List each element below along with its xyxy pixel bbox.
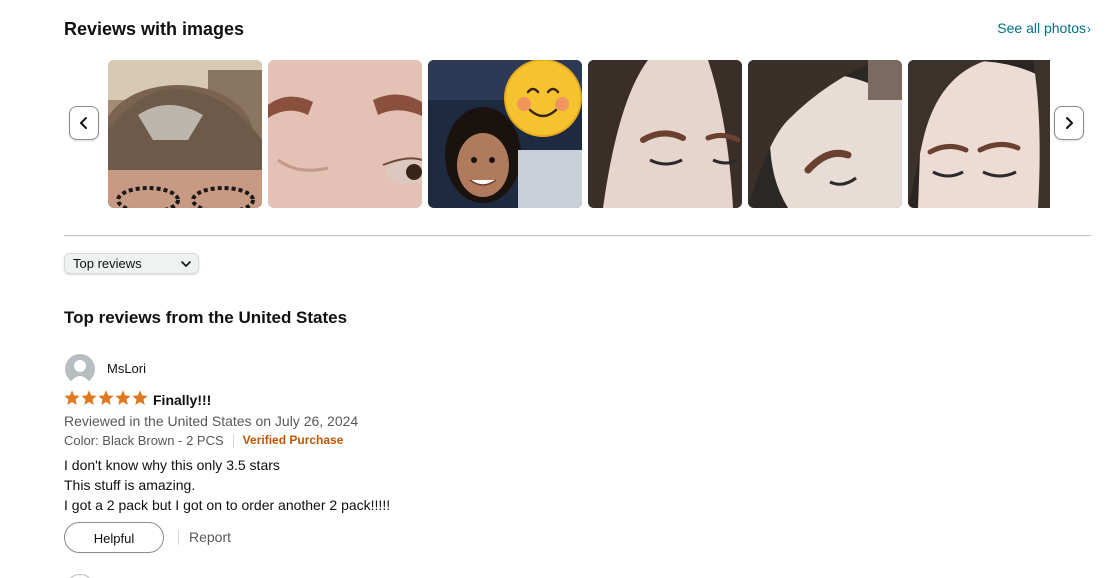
chevron-left-icon	[80, 117, 87, 129]
review-image-thumb[interactable]	[908, 60, 1050, 208]
helpful-button[interactable]: Helpful	[64, 522, 164, 553]
review-variant[interactable]: Color: Black Brown - 2 PCS	[64, 431, 224, 450]
carousel-next-button[interactable]	[1054, 106, 1084, 140]
carousel-prev-button[interactable]	[69, 106, 99, 140]
star-icon	[64, 390, 80, 405]
review-author-name[interactable]: MsLori	[107, 361, 146, 377]
review-image-thumb[interactable]	[428, 60, 582, 208]
chevron-right-icon: ›	[1087, 22, 1091, 36]
reviews-region-heading: Top reviews from the United States	[64, 308, 348, 327]
see-all-photos-label: See all photos	[997, 20, 1086, 36]
report-link[interactable]: Report	[189, 528, 231, 547]
see-all-photos-link[interactable]: See all photos›	[997, 18, 1091, 39]
verified-purchase-badge[interactable]: Verified Purchase	[243, 431, 344, 450]
section-divider	[64, 235, 1091, 236]
review-body-line: I don't know why this only 3.5 stars	[64, 457, 280, 473]
chevron-down-icon	[181, 261, 191, 267]
avatar[interactable]	[65, 574, 95, 578]
star-rating[interactable]	[64, 390, 149, 408]
review-body: I don't know why this only 3.5 stars Thi…	[64, 455, 390, 515]
reviews-page: Reviews with images See all photos› Top …	[0, 0, 1120, 578]
star-icon	[81, 390, 97, 405]
gallery-title: Reviews with images	[64, 19, 245, 39]
review-image-carousel	[108, 60, 1050, 208]
sort-reviews-dropdown[interactable]: Top reviews	[64, 253, 199, 274]
review-title[interactable]: Finally!!!	[153, 390, 211, 410]
avatar[interactable]	[65, 354, 95, 384]
star-icon	[132, 390, 148, 405]
action-separator	[178, 530, 179, 545]
review-image-thumb[interactable]	[588, 60, 742, 208]
star-icon	[98, 390, 114, 405]
review-image-thumb[interactable]	[108, 60, 262, 208]
variant-separator	[232, 433, 234, 448]
review-date: Reviewed in the United States on July 26…	[64, 413, 359, 429]
user-avatar-icon	[69, 360, 91, 384]
review-variant-line: Color: Black Brown - 2 PCS Verified Purc…	[64, 431, 343, 450]
review-body-line: This stuff is amazing.	[64, 477, 196, 493]
chevron-right-icon	[1066, 117, 1073, 129]
review-body-line: I got a 2 pack but I got on to order ano…	[64, 497, 391, 513]
sort-selected-value: Top reviews	[73, 256, 142, 271]
star-icon	[115, 390, 131, 405]
review-image-thumb[interactable]	[748, 60, 902, 208]
review-image-thumb[interactable]	[268, 60, 422, 208]
